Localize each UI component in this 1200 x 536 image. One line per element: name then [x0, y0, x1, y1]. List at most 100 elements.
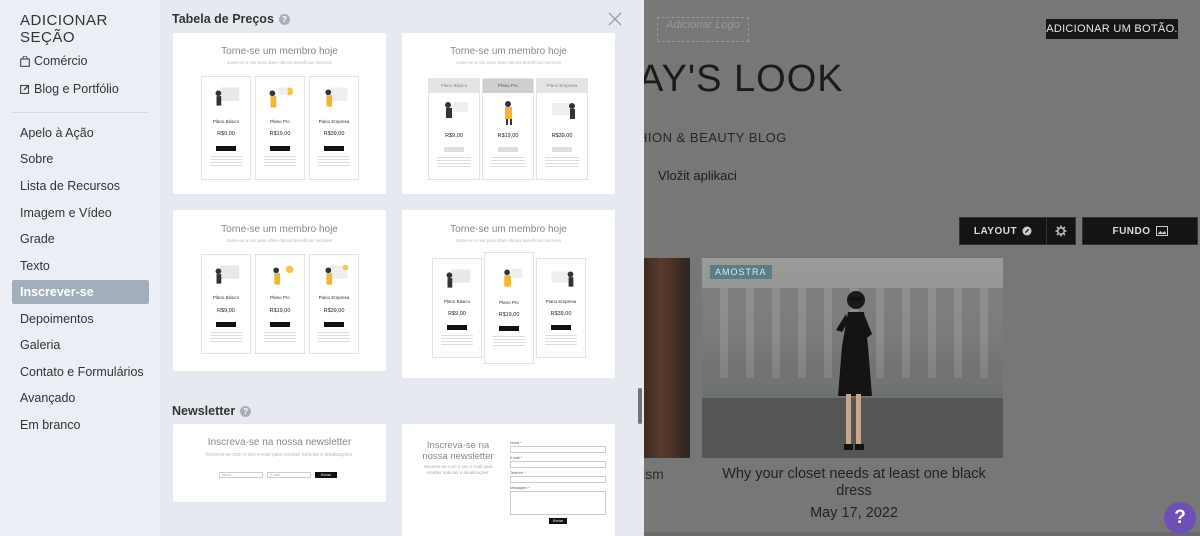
- bottom-strip: [644, 532, 1200, 536]
- plan-features: [264, 156, 296, 166]
- plan-price: R$39,00: [550, 311, 572, 317]
- layout-label: LAYOUT: [973, 225, 1018, 237]
- panel-scrollbar[interactable]: [638, 388, 642, 424]
- plan-price: R$9,00: [217, 308, 235, 314]
- pricing-template-3[interactable]: Torne-se um membro hoje Junte-se a nós p…: [173, 210, 386, 371]
- plan-name: Plano Básico: [443, 299, 471, 304]
- menu-item-blank[interactable]: Em branco: [12, 413, 149, 437]
- plan-features: [264, 332, 296, 342]
- submit-button: Enviar: [315, 472, 337, 478]
- plan-header: Plano Pro: [483, 79, 533, 93]
- plan-select-button: [552, 147, 572, 152]
- menu-item-image-video[interactable]: Imagem e Vídeo: [12, 201, 149, 225]
- help-icon[interactable]: ?: [278, 13, 290, 25]
- menu-item-text[interactable]: Texto: [12, 254, 149, 278]
- form-field-name: [510, 446, 606, 453]
- menu-item-commerce[interactable]: Comércio: [12, 49, 149, 73]
- plan-column: Plano Pro R$19,00: [255, 76, 305, 180]
- newsletter-template-1[interactable]: Inscreva-se na nossa newsletter Inscreva…: [173, 424, 386, 502]
- plan-select-button: [324, 322, 344, 327]
- plan-features: [437, 157, 471, 167]
- post-image[interactable]: AMOSTRA: [702, 258, 1003, 458]
- add-section-menu: ADICIONAR SEÇÃO Comércio Blog e Portfóli…: [0, 0, 160, 536]
- post-image-left[interactable]: [644, 258, 690, 458]
- shopping-bag-icon: [20, 55, 34, 67]
- plan-name: Plano Pro: [270, 295, 290, 300]
- plan-select-button: [551, 325, 571, 330]
- pricing-template-1[interactable]: Torne-se um membro hoje Junte-se a nós p…: [173, 33, 386, 194]
- post-title[interactable]: Why your closet needs at least one black…: [714, 466, 994, 500]
- site-title: AY'S LOOK: [644, 58, 844, 100]
- close-icon[interactable]: [608, 12, 622, 26]
- sample-badge: AMOSTRA: [710, 265, 772, 279]
- pricing-section-title: Tabela de Preços ?: [172, 12, 290, 26]
- plan-illustration: [325, 87, 348, 107]
- menu-item-gallery[interactable]: Galeria: [12, 333, 149, 357]
- name-field: Nome: [219, 472, 263, 478]
- plan-illustration: [215, 87, 240, 106]
- menu-divider: [12, 112, 149, 113]
- plan-name: Plano Básico: [212, 295, 240, 300]
- section-templates-panel: Tabela de Preços ? Torne-se um membro ho…: [160, 0, 644, 536]
- pencil-icon: [1022, 226, 1032, 236]
- menu-item-blog-portfolio[interactable]: Blog e Portfólio: [12, 77, 149, 101]
- card-subheading: Junte-se a nós para obter ótimos benefíc…: [455, 60, 562, 65]
- pricing-template-4[interactable]: Torne-se um membro hoje Junte-se a nós p…: [402, 210, 615, 378]
- plan-illustration: [269, 87, 294, 108]
- card-heading: Inscreva-se na nossa newsletter: [422, 440, 494, 462]
- card-subheading: Inscreva-se com o seu e-mail para recebe…: [423, 464, 493, 475]
- plan-name: Plano Pro: [499, 300, 519, 305]
- plan-illustration: [551, 271, 574, 287]
- plan-header: Plano Básico: [429, 79, 479, 93]
- settings-button[interactable]: [1046, 217, 1076, 245]
- help-button[interactable]: ?: [1164, 502, 1196, 534]
- plan-name: Plano Básico: [212, 119, 240, 124]
- layout-button[interactable]: LAYOUT: [959, 217, 1047, 245]
- card-heading: Torne-se um membro hoje: [221, 224, 338, 235]
- plan-price: R$39,00: [323, 308, 345, 314]
- plan-price: R$19,00: [498, 312, 520, 318]
- menu-item-features[interactable]: Lista de Recursos: [12, 174, 149, 198]
- background-label: FUNDO: [1112, 225, 1151, 237]
- plan-select-button: [447, 325, 467, 330]
- person-figure: [836, 291, 872, 450]
- form-field-email: [510, 461, 606, 468]
- plan-select-button: [270, 146, 290, 151]
- plan-price: R$19,00: [497, 133, 519, 139]
- plan-select-button: [216, 146, 236, 151]
- menu-item-about[interactable]: Sobre: [12, 147, 149, 171]
- menu-item-contact-forms[interactable]: Contato e Formulários: [12, 360, 149, 384]
- menu-item-call-to-action[interactable]: Apelo à Ação: [12, 121, 149, 145]
- menu-item-label: Blog e Portfólio: [34, 82, 119, 96]
- plan-select-button: [499, 326, 519, 331]
- help-icon[interactable]: ?: [240, 405, 252, 417]
- form-label-name: Nome *: [510, 441, 522, 445]
- post-title-left[interactable]: ism: [644, 466, 664, 482]
- form-field-message: [510, 491, 606, 515]
- newsletter-template-2[interactable]: Inscreva-se na nossa newsletter Inscreva…: [402, 424, 615, 536]
- site-nav-item[interactable]: Vložit aplikaci: [658, 168, 737, 183]
- background-button[interactable]: FUNDO: [1082, 217, 1198, 245]
- plan-features: [545, 157, 579, 167]
- plan-column: Plano Empresa R$39,00: [536, 78, 588, 180]
- plan-column: Plano Empresa R$39,00: [536, 258, 586, 358]
- plan-features: [493, 336, 525, 346]
- plan-name: Plano Empresa: [318, 295, 350, 300]
- menu-item-subscribe[interactable]: Inscrever-se: [12, 280, 149, 304]
- plan-column: Plano Básico R$9,00: [432, 258, 482, 358]
- menu-item-advanced[interactable]: Avançado: [12, 386, 149, 410]
- add-button-button[interactable]: ADICIONAR UM BOTÃO.: [1046, 19, 1178, 39]
- plan-price: R$19,00: [269, 308, 291, 314]
- plan-illustration: [505, 101, 512, 125]
- add-logo-placeholder[interactable]: Adicionar Logo: [657, 17, 749, 42]
- pricing-template-2[interactable]: Torne-se um membro hoje Junte-se a nós p…: [402, 33, 615, 194]
- newsletter-title-label: Newsletter: [172, 404, 236, 418]
- menu-item-grid[interactable]: Grade: [12, 227, 149, 251]
- card-heading: Inscreva-se na nossa newsletter: [207, 437, 352, 448]
- plan-illustration: [552, 103, 575, 119]
- menu-item-testimonials[interactable]: Depoimentos: [12, 307, 149, 331]
- site-preview: Adicionar Logo ADICIONAR UM BOTÃO. AY'S …: [644, 0, 1200, 536]
- editor-root: Adicionar Logo ADICIONAR UM BOTÃO. AY'S …: [0, 0, 1200, 536]
- plan-illustration: [325, 264, 349, 285]
- plan-column: Plano Pro R$19,00: [255, 254, 305, 354]
